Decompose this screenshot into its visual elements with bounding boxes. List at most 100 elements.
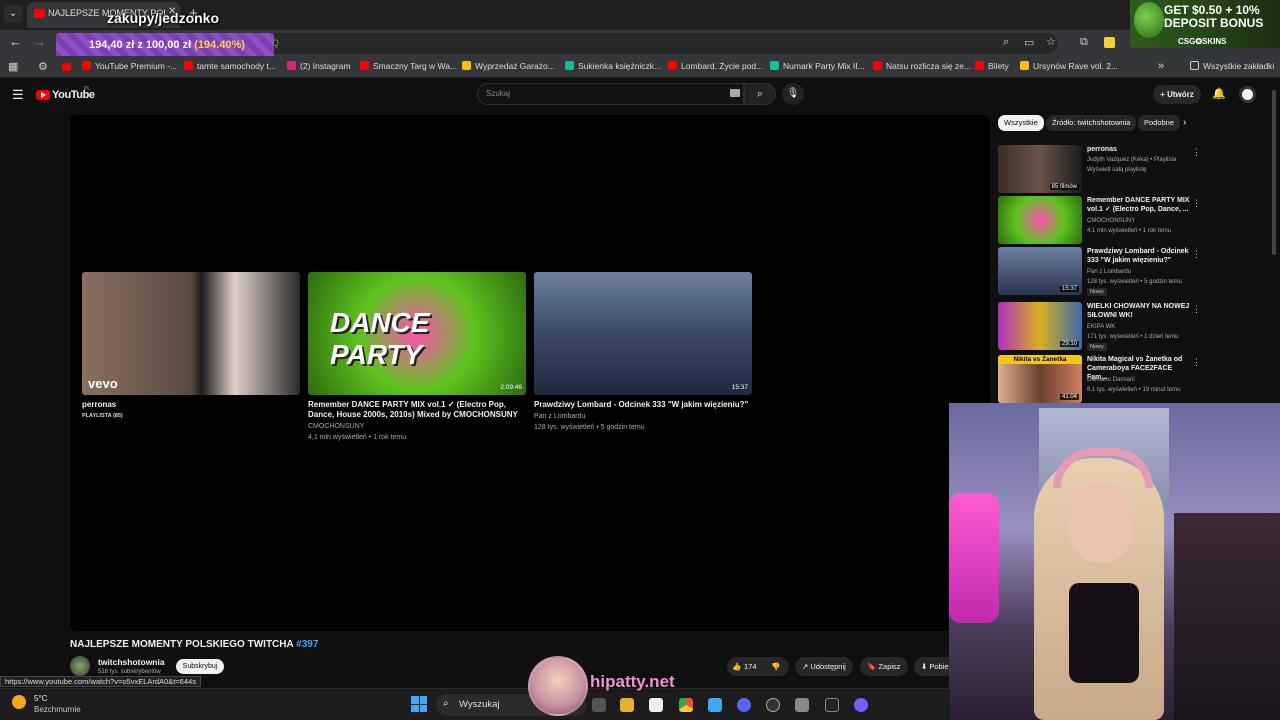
hamburger-menu-icon[interactable]: ☰ — [12, 87, 24, 103]
endcard-item[interactable]: 15:37 Prawdziwy Lombard - Odcinek 333 "W… — [534, 272, 752, 432]
endcard-title[interactable]: perronas — [82, 400, 300, 410]
list-item[interactable]: 29:10 WIELKI CHOWANY NA NOWEJ SIŁOWNI WK… — [998, 302, 1264, 351]
task-view-icon[interactable] — [592, 698, 606, 712]
chrome-icon[interactable] — [679, 698, 693, 712]
video-thumbnail[interactable]: 29:10 — [998, 302, 1082, 350]
scrollbar[interactable] — [1272, 90, 1276, 255]
endcard-channel[interactable]: Pan z Lombardu — [534, 412, 752, 421]
tab-search-button[interactable]: ⌄ — [4, 5, 22, 23]
endcard-thumbnail[interactable]: 15:37 — [534, 272, 752, 395]
endcard-title[interactable]: Remember DANCE PARTY MIX vol.1 ✓ (Electr… — [308, 400, 526, 420]
extension-icon[interactable] — [1104, 37, 1115, 48]
create-button[interactable]: + Utwórz — [1153, 85, 1201, 104]
endcard-item[interactable]: vevo perronas PLAYLISTA (85) — [82, 272, 300, 421]
video-hashtag[interactable]: #397 — [296, 639, 318, 650]
like-count[interactable]: 174 — [744, 657, 757, 676]
bookmark-item[interactable]: Lombard. Życie pod... — [668, 61, 763, 71]
endcard-title[interactable]: Prawdziwy Lombard - Odcinek 333 "W jakim… — [534, 400, 752, 410]
apps-grid-icon[interactable]: ▦ — [8, 60, 18, 73]
endcard-thumbnail[interactable]: DANCE PARTY 2:09:46 — [308, 272, 526, 395]
bookmark-item[interactable]: Wyprzedaż Garażo... — [462, 61, 555, 71]
video-thumbnail[interactable]: Nikita vs Żanetka 41:04 — [998, 355, 1082, 403]
ad-banner[interactable]: GET $0.50 + 10% DEPOSIT BONUS CSG✪SKINS — [1130, 0, 1280, 48]
endcard-thumbnail[interactable]: vevo — [82, 272, 300, 395]
notepad-icon[interactable] — [708, 698, 722, 712]
bookmark-item[interactable]: Smaczny Targ w Wa... — [360, 61, 457, 71]
channel-avatar[interactable] — [70, 656, 90, 676]
bookmark-item[interactable]: Numark Party Mix II... — [770, 61, 865, 71]
thumbs-up-icon[interactable]: 👍 — [732, 657, 741, 676]
video-title[interactable]: Remember DANCE PARTY MIX vol.1 ✓ (Electr… — [1087, 196, 1191, 214]
microphone-icon[interactable]: 🎙 — [782, 83, 804, 105]
chip-related[interactable]: Podobne — [1138, 115, 1181, 131]
avatar[interactable] — [1239, 86, 1256, 103]
bookmark-item[interactable]: (2) Instagram — [287, 61, 351, 71]
video-channel[interactable]: Damiano Damiani — [1087, 376, 1197, 384]
cast-icon[interactable]: ▭ — [1024, 36, 1034, 49]
file-explorer-icon[interactable] — [620, 698, 634, 712]
list-item[interactable]: 15:37 Prawdziwy Lombard - Odcinek 333 "W… — [998, 247, 1264, 296]
video-title[interactable]: Prawdziwy Lombard - Odcinek 333 "W jakim… — [1087, 247, 1191, 265]
channel-name[interactable]: twitchshotownia — [98, 657, 165, 667]
share-button[interactable]: ↗ Udostępnij — [795, 657, 853, 676]
keyboard-icon[interactable] — [730, 89, 740, 97]
subscribe-button[interactable]: Subskrybuj — [176, 659, 224, 674]
bookmark-item[interactable]: Sukienka księżniczk... — [565, 61, 661, 71]
chevron-right-icon[interactable]: › — [1183, 117, 1186, 128]
ad-subheadline: DEPOSIT BONUS — [1164, 16, 1264, 30]
obs-icon[interactable] — [854, 698, 868, 712]
settings-gear-icon[interactable] — [795, 698, 809, 712]
windows-start-icon[interactable] — [411, 696, 427, 712]
extensions-icon[interactable]: ⧉ — [1080, 36, 1088, 49]
bookmark-item[interactable]: tamte samochody t... — [184, 61, 276, 71]
video-stats[interactable]: Wyświetl całą playlistę — [1087, 166, 1197, 174]
chip-source[interactable]: Źródło: twitchshotownia — [1046, 115, 1137, 131]
video-channel[interactable]: Pan z Lombardu — [1087, 268, 1197, 276]
discord-icon[interactable] — [737, 698, 751, 712]
bookmark-item[interactable]: Ursynów Rave vol. 2... — [1020, 61, 1118, 71]
thumbs-down-icon[interactable]: 👎 — [771, 657, 780, 676]
bookmark-label: Sukienka księżniczk... — [578, 61, 662, 71]
bookmark-item[interactable]: Natsu rozlicza się ze... — [873, 61, 971, 71]
bookmark-item[interactable]: YouTube Premium -... — [82, 61, 177, 71]
more-vert-icon[interactable]: ⋮ — [1192, 249, 1201, 260]
back-arrow-icon[interactable]: ← — [9, 34, 22, 49]
list-item[interactable]: 85 filmów perronas Judyth Vazquez (Keka)… — [998, 145, 1264, 193]
video-title[interactable]: WIELKI CHOWANY NA NOWEJ SIŁOWNI WK! — [1087, 302, 1191, 320]
more-vert-icon[interactable]: ⋮ — [1192, 304, 1201, 315]
more-vert-icon[interactable]: ⋮ — [1192, 147, 1201, 158]
bookmark-item[interactable]: Bilety — [975, 61, 1009, 71]
steam-icon[interactable] — [766, 698, 780, 712]
more-vert-icon[interactable]: ⋮ — [1192, 198, 1201, 209]
store-icon[interactable] — [649, 698, 663, 712]
video-channel[interactable]: EKIPA WK — [1087, 323, 1197, 331]
weather-description[interactable]: Bezchmurnie — [34, 705, 81, 714]
more-vert-icon[interactable]: ⋮ — [1192, 357, 1201, 368]
video-thumbnail[interactable] — [998, 196, 1082, 244]
microphone-prop — [949, 493, 999, 623]
weather-sun-icon[interactable] — [12, 695, 26, 709]
video-title[interactable]: perronas — [1087, 145, 1191, 154]
video-thumbnail[interactable]: 85 filmów — [998, 145, 1082, 193]
zoom-icon[interactable]: ⌕ — [1003, 36, 1009, 49]
all-bookmarks-folder[interactable]: Wszystkie zakładki — [1190, 61, 1274, 71]
search-icon[interactable]: ⌕ — [744, 83, 776, 105]
list-item[interactable]: Nikita vs Żanetka 41:04 Nikita Magical v… — [998, 355, 1264, 403]
chip-all[interactable]: Wszystkie — [998, 115, 1044, 131]
bell-icon[interactable]: 🔔 — [1212, 87, 1226, 100]
save-button[interactable]: 🔖 Zapisz — [860, 657, 908, 676]
weather-temperature[interactable]: 5°C — [34, 694, 47, 703]
endcard-item[interactable]: DANCE PARTY 2:09:46 Remember DANCE PARTY… — [308, 272, 526, 442]
youtube-bookmark-icon[interactable] — [62, 63, 71, 71]
endcard-channel[interactable]: CMOCHONSUNY — [308, 422, 526, 431]
forward-arrow-icon[interactable]: → — [33, 34, 46, 49]
more-bookmarks-chevron-icon[interactable]: » — [1158, 60, 1164, 72]
video-channel[interactable]: CMOCHONSUNY — [1087, 217, 1197, 225]
video-thumbnail[interactable]: 15:37 — [998, 247, 1082, 295]
star-bookmark-icon[interactable]: ☆ — [1046, 35, 1056, 48]
video-channel[interactable]: Judyth Vazquez (Keka) • Playlista — [1087, 156, 1197, 164]
settings-gear-icon[interactable]: ⚙ — [38, 60, 48, 73]
list-item[interactable]: Remember DANCE PARTY MIX vol.1 ✓ (Electr… — [998, 196, 1264, 244]
terminal-icon[interactable] — [825, 698, 839, 712]
search-input[interactable]: Szukaj — [477, 83, 744, 105]
